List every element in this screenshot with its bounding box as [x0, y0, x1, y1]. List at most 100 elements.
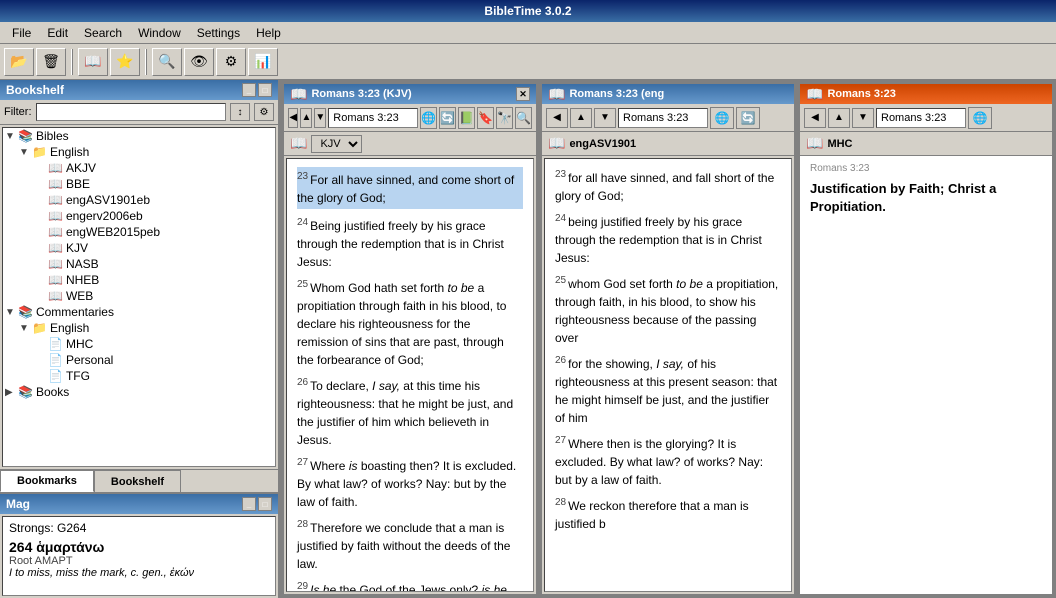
kjv-nav-input[interactable] [328, 108, 418, 128]
kjv-title-bar: 📖 Romans 3:23 (KJV) ✕ [284, 84, 536, 104]
kjv-version-bar: 📖 KJV [284, 132, 536, 156]
asv-window-icon: 📖 [548, 86, 565, 103]
kjv-window-title: Romans 3:23 (KJV) [311, 88, 411, 100]
mag-panel: Mag _ □ Strongs: G264 264 ἁμαρτάνω Root … [0, 492, 278, 598]
bookshelf-minimize-btn[interactable]: _ [242, 83, 256, 97]
bookshelf-maximize-btn[interactable]: □ [258, 83, 272, 97]
tree-engasv1901eb[interactable]: 📖 engASV1901eb [3, 192, 275, 208]
toolbar-book-btn[interactable]: 📖 [78, 48, 108, 76]
menu-file[interactable]: File [4, 24, 39, 42]
mag-content: Strongs: G264 264 ἁμαρτάνω Root AMAPT I … [2, 516, 276, 596]
mhc-down-btn[interactable]: ▼ [852, 108, 874, 128]
menu-edit[interactable]: Edit [39, 24, 76, 42]
verse-25-asv: 25whom God set forth to be a propitiatio… [555, 273, 781, 347]
asv-back-btn[interactable]: ◀ [546, 108, 568, 128]
mhc-window-icon: 📖 [806, 86, 823, 103]
kjv-version-icon: 📖 [290, 135, 307, 152]
kjv-close-btn[interactable]: ✕ [516, 87, 530, 101]
bookshelf-header-buttons: _ □ [242, 83, 272, 97]
tree-kjv[interactable]: 📖 KJV [3, 240, 275, 256]
bottom-tabs: Bookmarks Bookshelf [0, 469, 278, 492]
mag-minimize-btn[interactable]: _ [242, 497, 256, 511]
filter-sort-btn[interactable]: ↕ [230, 103, 250, 121]
asv-globe-btn[interactable]: 🌐 [710, 107, 734, 129]
toolbar-bookmark-btn[interactable]: ⭐ [110, 48, 140, 76]
tree-commentaries[interactable]: ▼ 📚 Commentaries [3, 304, 275, 320]
mhc-toolbar: ◀ ▲ ▼ 🌐 [800, 104, 1052, 132]
mhc-window-title: Romans 3:23 [827, 88, 895, 100]
kjv-search2-btn[interactable]: 🔍 [515, 107, 532, 129]
toolbar-view-btn[interactable]: 👁 [184, 48, 214, 76]
tree-engerv2006eb[interactable]: 📖 engerv2006eb [3, 208, 275, 224]
bookshelf-title: Bookshelf [6, 83, 64, 97]
kjv-book2-btn[interactable]: 📗 [458, 107, 475, 129]
verse-24-kjv: 24Being justified freely by his grace th… [297, 215, 523, 271]
bible-windows: 📖 Romans 3:23 (KJV) ✕ ◀ ▲ ▼ 🌐 🔄 📗 🔖 🔭 🔍 [280, 80, 1056, 598]
menu-search[interactable]: Search [76, 24, 130, 42]
tree-english-bibles[interactable]: ▼ 📁 English [3, 144, 275, 160]
verse-27-kjv: 27Where is boasting then? It is excluded… [297, 455, 523, 511]
tree-bbe[interactable]: 📖 BBE [3, 176, 275, 192]
tab-bookmarks[interactable]: Bookmarks [0, 470, 94, 492]
asv-sync-btn[interactable]: 🔄 [736, 107, 760, 129]
tree-nheb[interactable]: 📖 NHEB [3, 272, 275, 288]
verse-26-asv: 26for the showing, I say, of his righteo… [555, 353, 781, 427]
toolbar-chart-btn[interactable]: 📊 [248, 48, 278, 76]
toolbar-separator-2 [145, 49, 147, 75]
mhc-up-btn[interactable]: ▲ [828, 108, 850, 128]
kjv-binoculars-btn[interactable]: 🔭 [496, 107, 513, 129]
mag-strongs: Strongs: G264 [9, 521, 269, 535]
mag-maximize-btn[interactable]: □ [258, 497, 272, 511]
mhc-nav-input[interactable] [876, 108, 966, 128]
verse-29-kjv: 29Is he the God of the Jews only? is he … [297, 579, 523, 592]
toolbar-search-btn[interactable]: 🔍 [152, 48, 182, 76]
asv-down-btn[interactable]: ▼ [594, 108, 616, 128]
asv-version-label: engASV1901 [569, 138, 636, 150]
mhc-window: 📖 Romans 3:23 ◀ ▲ ▼ 🌐 📖 MHC Romans 3:23 [798, 82, 1054, 596]
content-area: 📖 Romans 3:23 (KJV) ✕ ◀ ▲ ▼ 🌐 🔄 📗 🔖 🔭 🔍 [280, 80, 1056, 598]
kjv-back-btn[interactable]: ◀ [288, 108, 298, 128]
tree-books[interactable]: ▶ 📚 Books [3, 384, 275, 400]
filter-options-btn[interactable]: ⚙ [254, 103, 274, 121]
verse-24-asv: 24being justified freely by his grace th… [555, 211, 781, 267]
tree-engweb2015peb[interactable]: 📖 engWEB2015peb [3, 224, 275, 240]
kjv-bookmark2-btn[interactable]: 🔖 [477, 107, 494, 129]
kjv-sync-btn[interactable]: 🔄 [439, 107, 456, 129]
tree-personal[interactable]: 📄 Personal [3, 352, 275, 368]
tree-nasb[interactable]: 📖 NASB [3, 256, 275, 272]
verse-27-asv: 27Where then is the glorying? It is excl… [555, 433, 781, 489]
kjv-up-btn[interactable]: ▲ [300, 108, 312, 128]
tree-bibles[interactable]: ▼ 📚 Bibles [3, 128, 275, 144]
tree-akjv[interactable]: 📖 AKJV [3, 160, 275, 176]
toolbar-delete-btn[interactable]: 🗑 [36, 48, 66, 76]
menu-settings[interactable]: Settings [189, 24, 248, 42]
kjv-version-select[interactable]: KJV [311, 135, 362, 153]
bookshelf-header: Bookshelf _ □ [0, 80, 278, 100]
asv-window: 📖 Romans 3:23 (eng ◀ ▲ ▼ 🌐 🔄 📖 engASV190… [540, 82, 796, 596]
mhc-globe-btn[interactable]: 🌐 [968, 107, 992, 129]
mag-title: Mag [6, 497, 30, 511]
menu-bar: File Edit Search Window Settings Help [0, 22, 1056, 44]
app-title: BibleTime 3.0.2 [484, 4, 571, 18]
toolbar-settings-btn[interactable]: ⚙ [216, 48, 246, 76]
kjv-globe-btn[interactable]: 🌐 [420, 107, 437, 129]
kjv-down-btn[interactable]: ▼ [314, 108, 326, 128]
verse-23-asv: 23for all have sinned, and fall short of… [555, 167, 781, 205]
tree-tfg[interactable]: 📄 TFG [3, 368, 275, 384]
tree-mhc[interactable]: 📄 MHC [3, 336, 275, 352]
asv-up-btn[interactable]: ▲ [570, 108, 592, 128]
asv-nav-input[interactable] [618, 108, 708, 128]
menu-help[interactable]: Help [248, 24, 289, 42]
asv-version-bar: 📖 engASV1901 [542, 132, 794, 156]
tree-english-commentaries[interactable]: ▼ 📁 English [3, 320, 275, 336]
mhc-version-icon: 📖 [806, 135, 823, 152]
kjv-window: 📖 Romans 3:23 (KJV) ✕ ◀ ▲ ▼ 🌐 🔄 📗 🔖 🔭 🔍 [282, 82, 538, 596]
filter-input[interactable] [36, 103, 227, 121]
tab-bookshelf[interactable]: Bookshelf [94, 470, 181, 492]
tree-web[interactable]: 📖 WEB [3, 288, 275, 304]
toolbar-open-btn[interactable]: 📂 [4, 48, 34, 76]
main-toolbar: 📂 🗑 📖 ⭐ 🔍 👁 ⚙ 📊 [0, 44, 1056, 80]
mhc-back-btn[interactable]: ◀ [804, 108, 826, 128]
menu-window[interactable]: Window [130, 24, 189, 42]
asv-window-title: Romans 3:23 (eng [569, 88, 664, 100]
